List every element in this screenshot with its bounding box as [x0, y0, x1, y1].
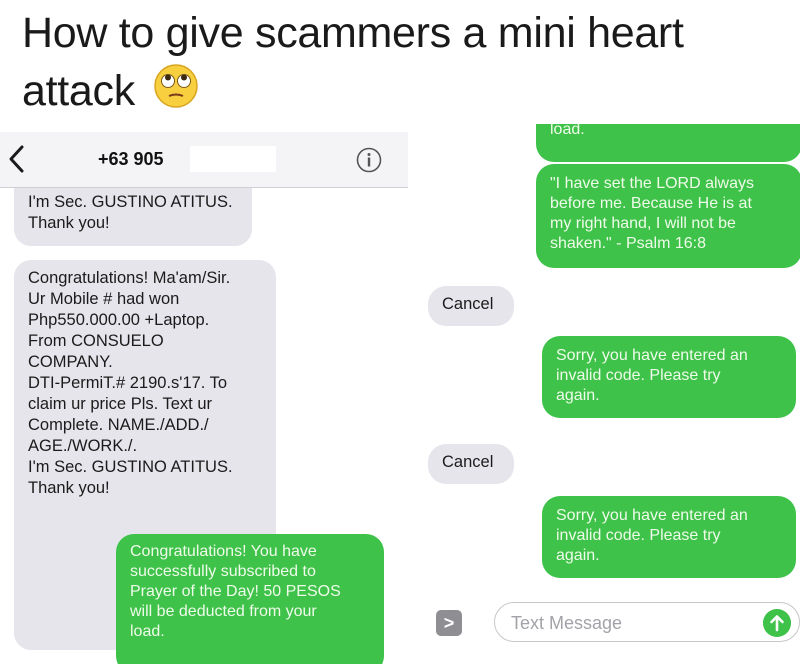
- meme-caption: How to give scammers a mini heart attack: [22, 4, 762, 120]
- info-icon[interactable]: [356, 147, 382, 173]
- message-input[interactable]: Text Message: [494, 602, 800, 642]
- eye-roll-emoji-icon: [153, 64, 198, 108]
- sent-message: load.: [536, 124, 800, 162]
- received-message: Cancel: [428, 286, 514, 326]
- contact-number[interactable]: +63 905: [98, 149, 164, 170]
- status-bar: [40, 127, 390, 140]
- sent-message: Sorry, you have entered an invalid code.…: [542, 496, 796, 578]
- expand-apps-button[interactable]: >: [436, 610, 462, 636]
- sent-message: Congratulations! You have successfully s…: [116, 534, 384, 664]
- received-message: I'm Sec. GUSTINO ATITUS. Thank you!: [14, 188, 252, 246]
- left-conversation-screenshot: +63 905 I'm Sec. GUSTINO ATITUS. Thank y…: [0, 124, 408, 664]
- right-conversation-screenshot: load. "I have set the LORD always before…: [408, 124, 800, 664]
- chevron-left-icon[interactable]: [6, 144, 28, 174]
- conversation-header: +63 905: [0, 132, 408, 188]
- sent-message: "I have set the LORD always before me. B…: [536, 164, 800, 268]
- received-message: Cancel: [428, 444, 514, 484]
- redaction-box: [190, 146, 276, 172]
- sent-message: Sorry, you have entered an invalid code.…: [542, 336, 796, 418]
- message-input-placeholder: Text Message: [511, 613, 623, 633]
- caption-text: How to give scammers a mini heart attack: [22, 9, 684, 115]
- arrow-up-icon[interactable]: [763, 609, 791, 637]
